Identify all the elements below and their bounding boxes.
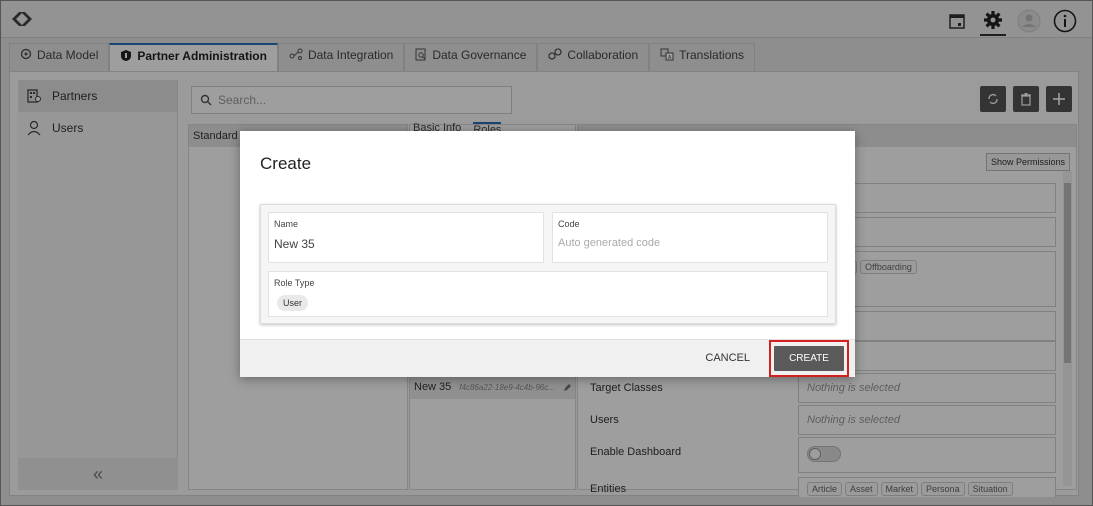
name-field[interactable]: Name New 35 xyxy=(268,212,544,263)
code-label: Code xyxy=(558,219,580,229)
create-button[interactable]: CREATE xyxy=(774,346,844,371)
create-dialog: Create Name New 35 Code Auto generated c… xyxy=(240,131,855,377)
code-field[interactable]: Code Auto generated code xyxy=(552,212,828,263)
code-input[interactable]: Auto generated code xyxy=(558,237,660,249)
dialog-footer: CANCEL CREATE xyxy=(240,339,855,377)
dialog-title: Create xyxy=(260,154,312,173)
name-label: Name xyxy=(274,219,299,229)
cancel-button[interactable]: CANCEL xyxy=(705,352,750,364)
create-button-highlight: CREATE xyxy=(769,340,849,377)
create-form: Name New 35 Code Auto generated code Rol… xyxy=(260,204,836,324)
role-type-field[interactable]: Role Type User xyxy=(268,271,828,317)
app-frame: Data Model Partner Administration Data I… xyxy=(0,0,1093,506)
role-type-chip[interactable]: User xyxy=(277,295,309,311)
name-input[interactable]: New 35 xyxy=(274,237,315,251)
role-type-label: Role Type xyxy=(274,278,315,288)
